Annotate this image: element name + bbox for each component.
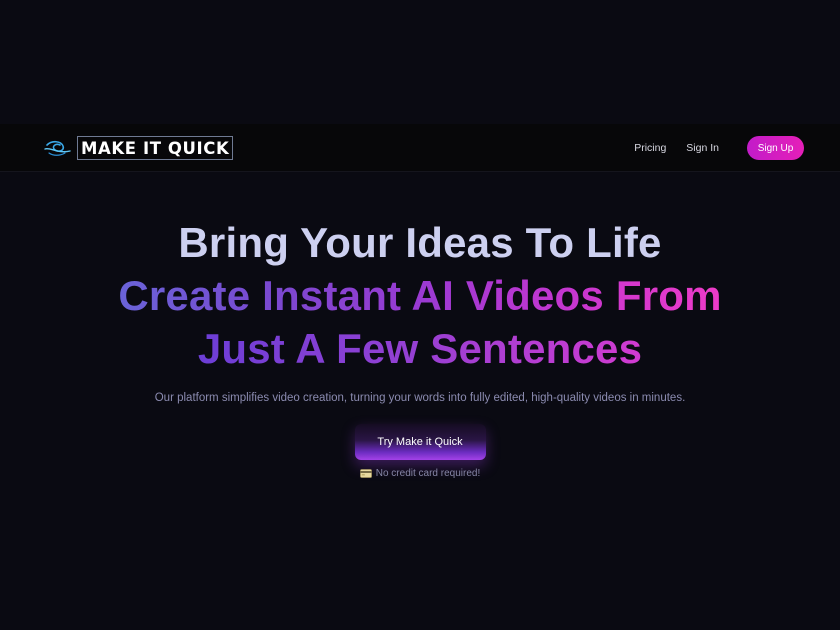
hero-headline: Bring Your Ideas To Life Create Instant … bbox=[0, 216, 840, 375]
nav-link-sign-in[interactable]: Sign In bbox=[686, 142, 719, 154]
note-text: No credit card required! bbox=[375, 468, 481, 479]
logo-wordmark-box: MAKE IT QUICK bbox=[77, 136, 234, 160]
logo[interactable]: MAKE IT QUICK bbox=[44, 136, 234, 160]
hero-subtitle: Our platform simplifies video creation, … bbox=[154, 392, 686, 404]
logo-text: MAKE IT QUICK bbox=[81, 138, 230, 158]
headline-line-2: Create Instant AI Videos From bbox=[118, 269, 721, 322]
navbar: MAKE IT QUICK Pricing Sign In Sign Up bbox=[0, 124, 840, 172]
headline-line-3: Just A Few Sentences bbox=[198, 322, 642, 375]
credit-card-icon bbox=[359, 469, 372, 478]
logo-swirl-icon bbox=[44, 140, 71, 156]
nav-link-pricing[interactable]: Pricing bbox=[634, 142, 666, 154]
try-make-it-quick-button[interactable]: Try Make it Quick bbox=[354, 424, 486, 460]
hero-section: Bring Your Ideas To Life Create Instant … bbox=[0, 216, 840, 479]
cta-wrapper: Try Make it Quick bbox=[0, 424, 840, 460]
headline-line-1: Bring Your Ideas To Life bbox=[178, 219, 662, 266]
sign-up-button[interactable]: Sign Up bbox=[747, 136, 804, 160]
page: MAKE IT QUICK Pricing Sign In Sign Up Br… bbox=[0, 0, 840, 630]
nav-links: Pricing Sign In Sign Up bbox=[634, 136, 804, 160]
no-credit-card-note: No credit card required! bbox=[0, 468, 840, 479]
